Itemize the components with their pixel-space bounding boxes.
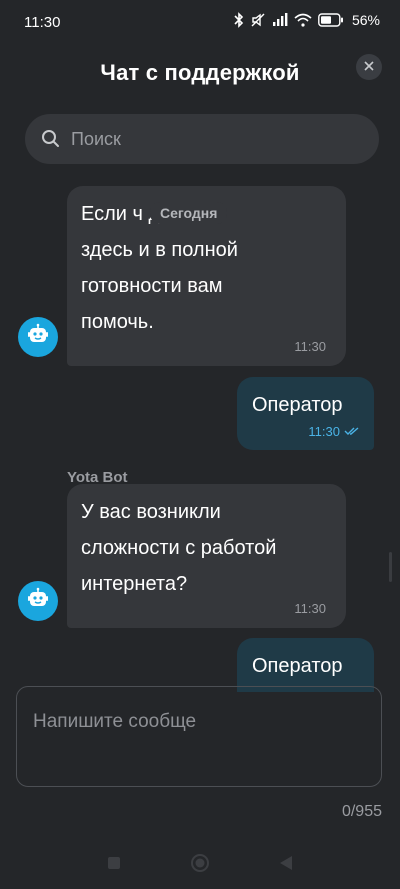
- close-button[interactable]: [356, 54, 382, 80]
- message-text: Оператор: [252, 394, 343, 416]
- character-counter: 0/955: [341, 803, 382, 820]
- message-bubble-incoming[interactable]: У вас возникли сложности с работой интер…: [67, 484, 346, 628]
- message-composer[interactable]: [16, 686, 382, 787]
- search-bar[interactable]: [25, 114, 379, 164]
- date-chip: Сегодня: [150, 202, 228, 224]
- message-list[interactable]: Если ч да здесь и в полной готовности ва…: [0, 172, 400, 692]
- battery-percent: 56%: [351, 12, 380, 28]
- battery-icon: [318, 13, 344, 27]
- bot-avatar: [18, 317, 58, 357]
- recents-icon: [107, 856, 121, 875]
- home-button[interactable]: [188, 853, 212, 877]
- bluetooth-icon: [234, 12, 244, 28]
- message-input[interactable]: [31, 709, 227, 743]
- message-text: У вас возникли сложности с работой интер…: [81, 501, 277, 595]
- bot-avatar: [18, 581, 58, 621]
- status-time: 11:30: [24, 14, 61, 31]
- message-time: 11:30: [308, 424, 360, 439]
- robot-icon: [26, 587, 50, 616]
- message-bubble-outgoing[interactable]: Оператор 11:30: [237, 377, 374, 450]
- chat-header: Чат с поддержкой: [0, 44, 400, 102]
- search-icon: [41, 129, 61, 149]
- back-button[interactable]: [274, 853, 298, 877]
- double-check-icon: [344, 424, 360, 439]
- message-text: Оператор: [252, 655, 343, 677]
- mute-icon: [250, 12, 266, 28]
- page-title: Чат с поддержкой: [100, 60, 300, 85]
- message-time-label: 11:30: [308, 424, 340, 439]
- message-time: 11:30: [294, 339, 326, 354]
- status-icons: 56%: [234, 12, 380, 28]
- status-bar: 11:30 56%: [0, 0, 400, 44]
- wifi-icon: [294, 13, 312, 27]
- message-time: 11:30: [294, 601, 326, 616]
- message-bubble-outgoing[interactable]: Оператор: [237, 638, 374, 692]
- home-icon: [190, 853, 210, 878]
- search-input[interactable]: [69, 127, 323, 151]
- recents-button[interactable]: [102, 853, 126, 877]
- back-icon: [278, 855, 294, 876]
- system-navbar: [0, 837, 400, 889]
- close-icon: [364, 58, 374, 76]
- robot-icon: [26, 323, 50, 352]
- scrollbar[interactable]: [389, 552, 392, 582]
- signal-icon: [272, 13, 288, 27]
